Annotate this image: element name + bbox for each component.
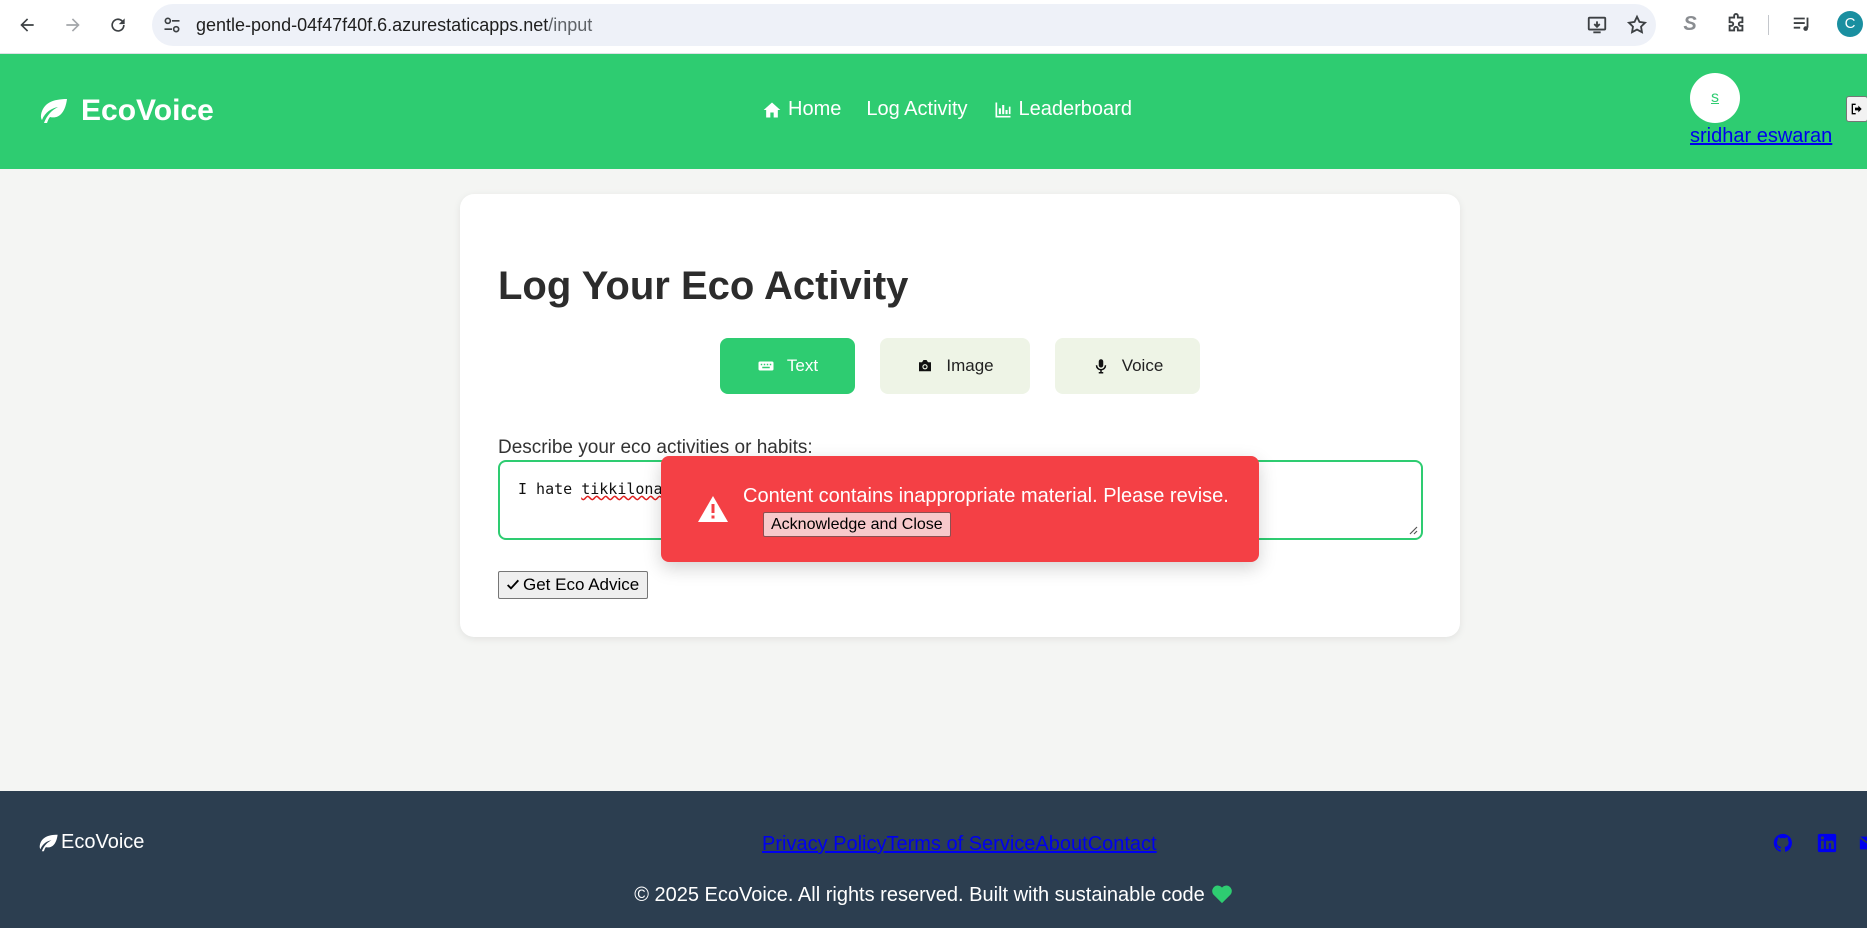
footer-brand[interactable]: EcoVoice: [37, 831, 144, 854]
nav-home[interactable]: Home: [762, 98, 841, 121]
leaf-icon: [40, 99, 67, 123]
textarea-text: I hate: [518, 480, 582, 498]
get-eco-advice-button[interactable]: Get Eco Advice: [498, 571, 649, 599]
chart-icon: [995, 102, 1011, 117]
moderation-alert: Content contains inappropriate material.…: [661, 456, 1259, 562]
logout-button[interactable]: [1846, 96, 1867, 122]
contact-link[interactable]: Contact: [1088, 833, 1157, 855]
nav-leaderboard-label: Leaderboard: [1018, 98, 1132, 120]
browser-toolbar: gentle-pond-04f47f40f.6.azurestaticapps.…: [0, 0, 1867, 54]
mode-text-label: Text: [786, 356, 819, 375]
warning-icon: [698, 496, 728, 522]
reload-icon[interactable]: [103, 10, 133, 40]
media-controls-icon[interactable]: [1790, 12, 1814, 36]
bookmark-star-icon[interactable]: [1626, 14, 1648, 36]
nav-leaderboard[interactable]: Leaderboard: [993, 98, 1132, 121]
resize-handle-icon[interactable]: [1408, 525, 1418, 535]
user-avatar[interactable]: s: [1690, 73, 1740, 123]
github-icon[interactable]: [1772, 832, 1794, 854]
log-activity-card: Log Your Eco Activity Text Image Voice D…: [460, 194, 1460, 637]
brand-name: EcoVoice: [81, 94, 214, 127]
email-icon[interactable]: [1858, 832, 1867, 854]
forward-icon[interactable]: [58, 10, 88, 40]
mode-image-button[interactable]: Image: [880, 338, 1030, 394]
linkedin-icon[interactable]: [1816, 832, 1838, 854]
mode-image-label: Image: [946, 356, 994, 375]
home-icon: [763, 102, 781, 117]
site-settings-icon[interactable]: [162, 15, 182, 35]
back-icon[interactable]: [12, 10, 42, 40]
privacy-policy-link[interactable]: Privacy Policy: [762, 833, 886, 855]
check-icon: [507, 579, 519, 590]
extensions-puzzle-icon[interactable]: [1724, 12, 1748, 36]
keyboard-icon: [758, 361, 774, 371]
textarea-flagged-word: tikkilona: [581, 480, 663, 498]
url-text: gentle-pond-04f47f40f.6.azurestaticapps.…: [196, 15, 593, 35]
nav-log-activity-label: Log Activity: [866, 98, 968, 120]
terms-of-service-link[interactable]: Terms of Service: [886, 833, 1035, 855]
browser-profile-avatar[interactable]: C: [1837, 11, 1863, 37]
site-header: EcoVoice Home Log Activity Leaderboard s…: [0, 54, 1867, 169]
footer-brand-name: EcoVoice: [61, 831, 145, 853]
nav-log-activity[interactable]: Log Activity: [866, 98, 967, 121]
camera-icon: [919, 360, 932, 372]
user-name-link[interactable]: sridhar eswaran: [1690, 125, 1832, 148]
heart-icon: [1211, 885, 1232, 904]
site-footer: EcoVoice Privacy PolicyTerms of ServiceA…: [0, 791, 1867, 928]
page-title: Log Your Eco Activity: [498, 264, 909, 308]
copyright-text: © 2025 EcoVoice. All rights reserved. Bu…: [634, 884, 1205, 906]
brand-logo[interactable]: EcoVoice: [37, 94, 214, 128]
microphone-icon: [1095, 359, 1106, 374]
install-app-icon[interactable]: [1586, 14, 1608, 36]
toolbar-divider: [1768, 15, 1769, 35]
about-link[interactable]: About: [1035, 833, 1087, 855]
copyright: © 2025 EcoVoice. All rights reserved. Bu…: [0, 884, 1867, 907]
nav-home-label: Home: [788, 98, 842, 120]
sign-out-icon: [1851, 103, 1862, 115]
leaf-icon: [39, 834, 58, 851]
alert-message: Content contains inappropriate material.…: [743, 485, 1229, 507]
mode-voice-label: Voice: [1121, 356, 1164, 375]
extension-s-icon[interactable]: S: [1678, 12, 1702, 36]
main-nav: Home Log Activity Leaderboard: [762, 98, 1157, 121]
footer-links: Privacy PolicyTerms of ServiceAboutConta…: [762, 833, 1157, 856]
mode-text-button[interactable]: Text: [720, 338, 855, 394]
acknowledge-close-button[interactable]: Acknowledge and Close: [763, 512, 951, 537]
get-eco-advice-label: Get Eco Advice: [523, 575, 640, 594]
mode-voice-button[interactable]: Voice: [1055, 338, 1200, 394]
address-bar[interactable]: gentle-pond-04f47f40f.6.azurestaticapps.…: [152, 4, 1656, 46]
avatar-initial[interactable]: s: [1711, 89, 1719, 106]
